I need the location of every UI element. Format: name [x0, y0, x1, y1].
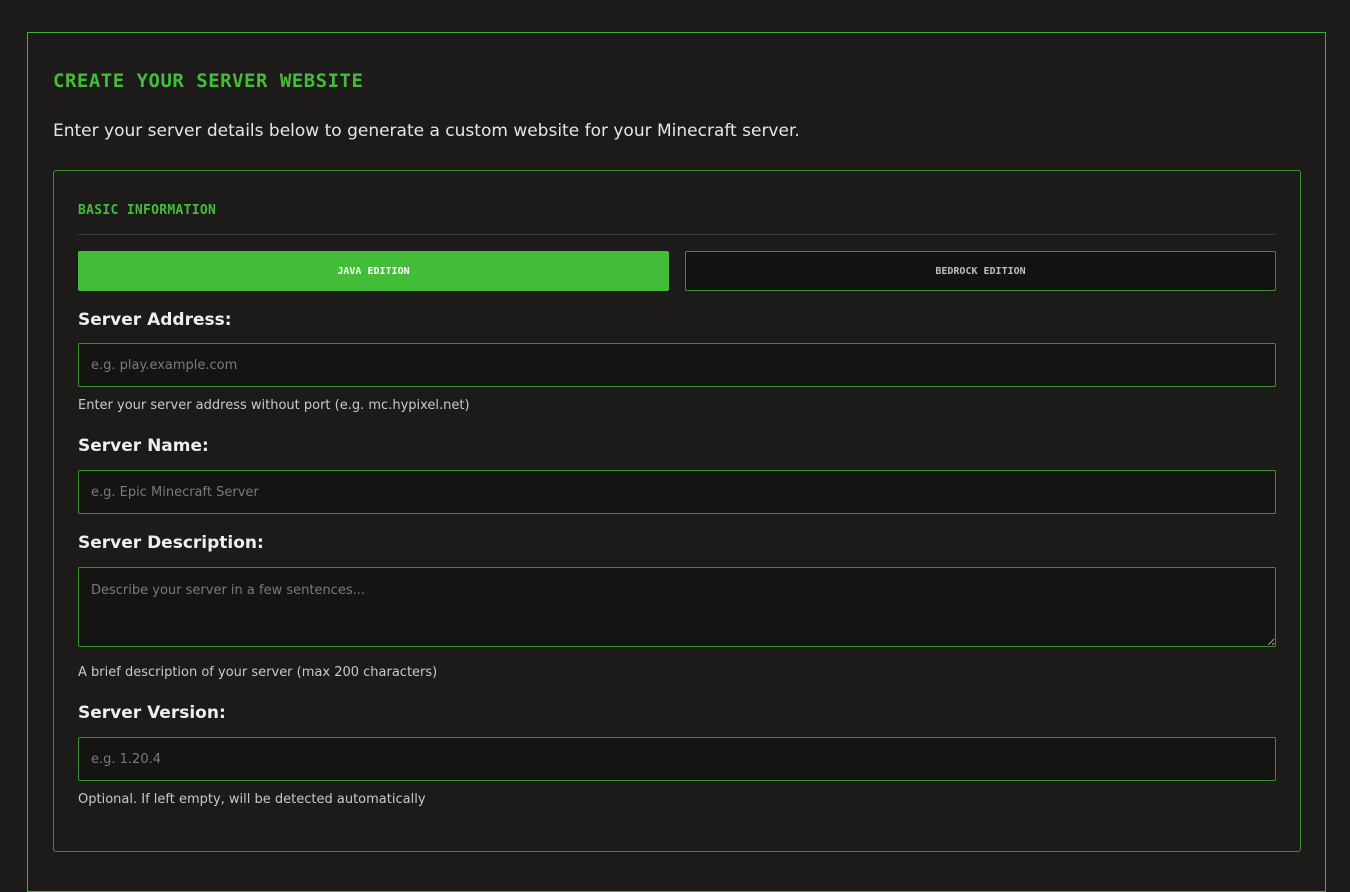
- page-title: CREATE YOUR SERVER WEBSITE: [53, 70, 364, 92]
- server-address-input[interactable]: [78, 343, 1276, 387]
- server-address-label: Server Address:: [78, 310, 232, 330]
- section-divider: [78, 234, 1276, 235]
- server-version-input[interactable]: [78, 737, 1276, 781]
- server-name-input[interactable]: [78, 470, 1276, 514]
- server-address-hint: Enter your server address without port (…: [78, 398, 470, 413]
- create-server-panel: CREATE YOUR SERVER WEBSITE Enter your se…: [27, 32, 1326, 892]
- basic-information-card: BASIC INFORMATION JAVA EDITION BEDROCK E…: [53, 170, 1301, 852]
- server-version-label: Server Version:: [78, 703, 226, 723]
- section-title: BASIC INFORMATION: [78, 203, 217, 218]
- server-description-label: Server Description:: [78, 533, 264, 553]
- page-intro: Enter your server details below to gener…: [53, 121, 800, 141]
- server-description-hint: A brief description of your server (max …: [78, 665, 438, 680]
- bedrock-edition-button[interactable]: BEDROCK EDITION: [685, 251, 1276, 291]
- server-name-label: Server Name:: [78, 436, 209, 456]
- server-version-hint: Optional. If left empty, will be detecte…: [78, 792, 426, 807]
- java-edition-button[interactable]: JAVA EDITION: [78, 251, 669, 291]
- server-description-textarea[interactable]: [78, 567, 1276, 647]
